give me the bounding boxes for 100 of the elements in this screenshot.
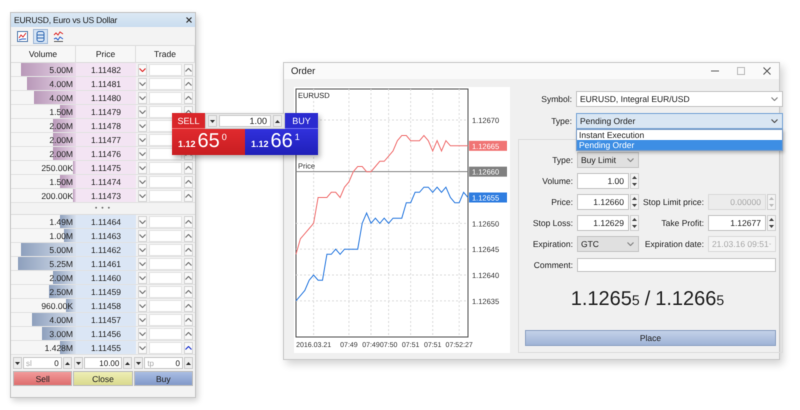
stepper-control[interactable] <box>630 215 639 231</box>
sell-button[interactable] <box>138 78 147 90</box>
dropdown-option[interactable]: Instant Execution <box>577 130 782 140</box>
sell-button[interactable] <box>138 92 147 104</box>
minimize-icon[interactable] <box>711 70 719 72</box>
decrement-button[interactable] <box>74 357 83 369</box>
spin-field[interactable]: tp 0 <box>144 357 183 369</box>
sell-button[interactable] <box>138 258 147 270</box>
buy-button[interactable] <box>184 176 193 188</box>
trade-field[interactable] <box>149 244 182 256</box>
sell-button[interactable] <box>138 134 147 146</box>
buy-button[interactable] <box>184 244 193 256</box>
stepper-control[interactable] <box>766 215 776 231</box>
sell-button[interactable] <box>138 286 147 298</box>
trade-field[interactable] <box>149 328 182 340</box>
toolbar-button[interactable] <box>51 28 66 44</box>
trade-field[interactable] <box>149 176 182 188</box>
number-field[interactable]: 1.12677 <box>708 215 766 231</box>
buy-button[interactable] <box>184 78 193 90</box>
buy-button[interactable] <box>184 162 193 174</box>
dropdown[interactable]: GTC <box>577 236 639 252</box>
buy-button[interactable]: BUY <box>285 113 318 129</box>
toolbar-button[interactable] <box>33 28 48 44</box>
buy-button[interactable] <box>184 190 193 202</box>
trade-field[interactable] <box>149 78 182 90</box>
sell-button[interactable] <box>138 190 147 202</box>
sell-button[interactable] <box>138 120 147 132</box>
triangle-down-icon <box>632 183 637 186</box>
volume-text: 4.00M <box>49 78 73 88</box>
column-header: Price <box>76 46 136 63</box>
buy-button[interactable] <box>184 342 193 354</box>
sell-button[interactable] <box>138 272 147 284</box>
decrement-button[interactable] <box>134 357 144 369</box>
toolbar-button[interactable] <box>15 28 30 44</box>
buy-button[interactable] <box>184 230 193 242</box>
decrement-button[interactable] <box>13 357 22 369</box>
trade-field[interactable] <box>149 92 182 104</box>
sell-button[interactable] <box>138 162 147 174</box>
trade-field[interactable] <box>149 286 182 298</box>
trade-field[interactable] <box>149 162 182 174</box>
trade-field[interactable] <box>149 272 182 284</box>
close-button[interactable]: Close <box>73 371 133 386</box>
price-cell: 1.11461 <box>76 257 136 270</box>
number-field[interactable]: 1.00 <box>577 173 629 189</box>
stepper-control[interactable] <box>630 194 639 210</box>
sell-button[interactable] <box>138 314 147 326</box>
caret-down-icon <box>770 97 778 101</box>
increment-button[interactable] <box>62 357 72 369</box>
number-field[interactable]: 1.12660 <box>577 194 629 210</box>
caret-down-icon <box>139 318 146 322</box>
sell-button[interactable] <box>138 230 147 242</box>
symbol-dropdown[interactable]: EURUSD, Integral EUR/USD <box>576 91 783 107</box>
sell-button[interactable] <box>138 300 147 312</box>
buy-button[interactable] <box>184 272 193 284</box>
buy-button[interactable] <box>184 258 193 270</box>
trade-field[interactable] <box>149 258 182 270</box>
trade-field[interactable] <box>149 106 182 118</box>
sell-button[interactable]: SELL <box>172 113 205 129</box>
increment-button[interactable] <box>184 357 193 369</box>
trade-field[interactable] <box>149 216 182 228</box>
number-field[interactable]: 1.12629 <box>577 215 629 231</box>
spin-field[interactable]: sl 0 <box>23 357 62 369</box>
buy-button[interactable] <box>184 64 193 76</box>
comment-field[interactable] <box>577 258 776 272</box>
dropdown[interactable]: Buy Limit <box>577 152 639 168</box>
triangle-down-icon <box>768 225 774 228</box>
trade-field[interactable] <box>149 314 182 326</box>
spin-field[interactable]: 10.00 <box>84 357 122 369</box>
sell-button[interactable] <box>138 148 147 160</box>
trade-field[interactable] <box>149 342 182 354</box>
trade-field[interactable] <box>149 300 182 312</box>
increment-button[interactable] <box>273 115 282 127</box>
sell-button[interactable] <box>138 64 147 76</box>
decrement-button[interactable] <box>208 115 217 127</box>
place-button[interactable]: Place <box>525 330 776 346</box>
buy-button[interactable]: Buy <box>134 371 193 386</box>
buy-button[interactable] <box>184 300 193 312</box>
type-dropdown[interactable]: Pending Order <box>576 113 783 129</box>
sell-button[interactable] <box>138 342 147 354</box>
price-cell: 1.11481 <box>76 77 136 90</box>
caret-up-icon <box>185 276 192 280</box>
sell-button[interactable] <box>138 106 147 118</box>
buy-button[interactable] <box>184 286 193 298</box>
sell-button[interactable] <box>138 244 147 256</box>
buy-button[interactable] <box>184 314 193 326</box>
sell-button[interactable] <box>138 176 147 188</box>
trade-field[interactable] <box>149 190 182 202</box>
trade-field[interactable] <box>149 64 182 76</box>
close-icon[interactable] <box>186 17 192 23</box>
sell-button[interactable]: Sell <box>13 371 72 386</box>
close-icon[interactable] <box>763 67 771 75</box>
buy-button[interactable] <box>184 328 193 340</box>
increment-button[interactable] <box>123 357 132 369</box>
buy-button[interactable] <box>184 216 193 228</box>
trade-field[interactable] <box>149 230 182 242</box>
volume-field[interactable]: 1.00 <box>219 115 271 127</box>
sell-button[interactable] <box>138 328 147 340</box>
sell-button[interactable] <box>138 216 147 228</box>
stepper-control[interactable] <box>630 173 639 189</box>
buy-button[interactable] <box>184 92 193 104</box>
